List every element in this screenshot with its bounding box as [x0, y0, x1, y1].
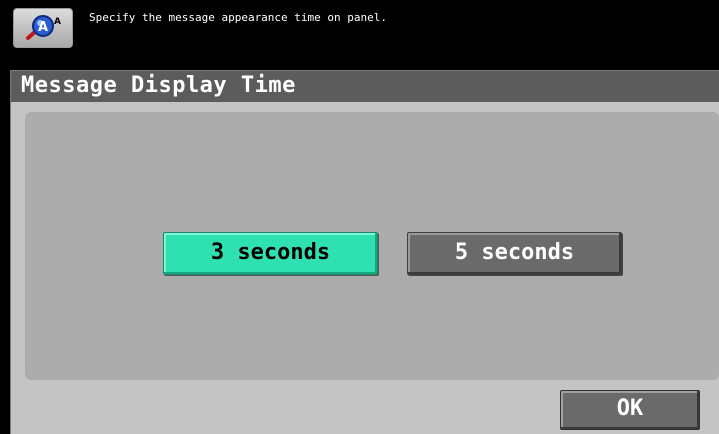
message-bar: A A Specify the message appearance time … — [0, 0, 719, 60]
svg-text:A: A — [54, 17, 61, 27]
option-3-seconds-button[interactable]: 3 seconds — [163, 232, 378, 275]
option-5-seconds-button[interactable]: 5 seconds — [407, 232, 622, 275]
help-magnifier-icon: A A — [26, 15, 61, 40]
title-bar: Message Display Time — [10, 70, 719, 102]
svg-text:A: A — [38, 20, 48, 35]
page-title: Message Display Time — [21, 73, 296, 98]
instruction-message: Specify the message appearance time on p… — [89, 11, 388, 24]
options-panel: 3 seconds 5 seconds — [25, 112, 719, 380]
content-area: 3 seconds 5 seconds OK — [10, 102, 719, 434]
screen: A A Specify the message appearance time … — [0, 0, 719, 434]
help-button[interactable]: A A — [13, 8, 73, 48]
ok-button[interactable]: OK — [560, 390, 700, 430]
